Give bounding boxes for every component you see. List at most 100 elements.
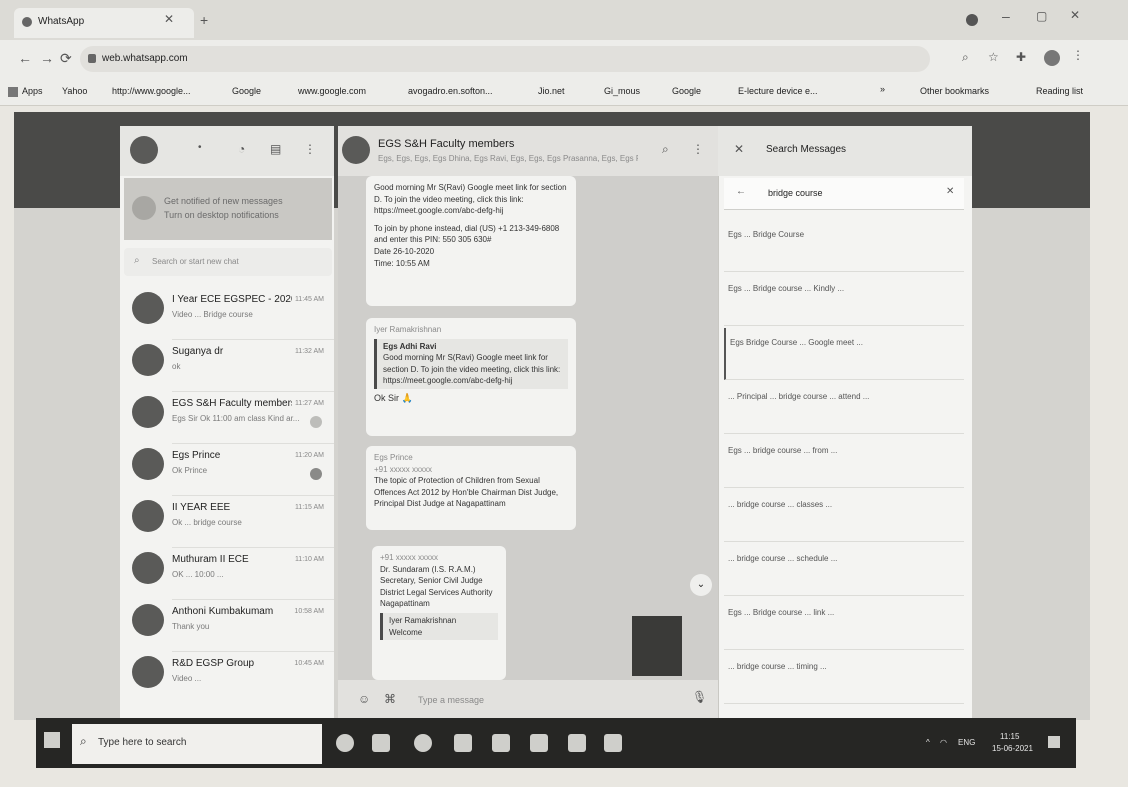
chat-item[interactable]: Suganya dr ok 11:32 AM [120, 334, 334, 392]
attach-icon[interactable]: ⌘ [384, 692, 396, 706]
chat-item[interactable]: Egs Prince Ok Prince 11:20 AM [120, 438, 334, 496]
message-search-input[interactable]: ← bridge course ✕ [724, 178, 964, 210]
notification-banner[interactable]: Get notified of new messages Turn on des… [124, 178, 332, 240]
account-avatar[interactable] [1044, 50, 1060, 66]
task-view-icon[interactable] [336, 734, 354, 752]
close-icon[interactable]: ✕ [734, 142, 744, 156]
clock-date[interactable]: 15-06-2021 [992, 744, 1033, 753]
conversation-header[interactable]: EGS S&H Faculty members Egs, Egs, Egs, E… [338, 126, 718, 176]
windows-start-icon[interactable] [44, 732, 60, 748]
tray-up-icon[interactable]: ^ [926, 738, 930, 747]
back-icon[interactable]: ← [18, 50, 32, 66]
word-icon[interactable] [568, 734, 586, 752]
bookmark-star-icon[interactable]: ☆ [988, 50, 999, 64]
group-avatar[interactable] [342, 136, 370, 164]
chat-item[interactable]: EGS S&H Faculty members Egs Sir Ok 11:00… [120, 386, 334, 444]
clock-time[interactable]: 11:15 [1000, 732, 1019, 741]
chat-item[interactable]: II YEAR EEE Ok ... bridge course 11:15 A… [120, 490, 334, 548]
chrome-icon[interactable] [414, 734, 432, 752]
search-icon[interactable]: ⌕ [662, 142, 669, 157]
new-chat-icon[interactable]: ◔ [238, 142, 245, 156]
chat-list-header: • ◔ ▤ ⋮ [120, 126, 334, 176]
search-placeholder: Search or start new chat [152, 257, 239, 266]
mail-icon[interactable] [530, 734, 548, 752]
chat-icon[interactable]: ▤ [270, 142, 281, 156]
taskbar-icons [326, 724, 626, 764]
search-result[interactable]: ... bridge course ... schedule ... [724, 544, 964, 596]
search-result[interactable]: Egs ... Bridge course ... Kindly ... [724, 274, 964, 326]
search-result[interactable]: Egs ... Bridge course ... link ... [724, 598, 964, 650]
photos-icon[interactable] [604, 734, 622, 752]
chat-item[interactable]: Anthoni Kumbakumam Thank you 10:58 AM [120, 594, 334, 652]
maximize-icon[interactable]: ▢ [1036, 9, 1047, 23]
search-result[interactable]: Egs ... bridge course ... from ... [724, 436, 964, 488]
chat-time: 11:27 AM [294, 400, 324, 407]
search-messages-header: ✕ Search Messages [718, 126, 972, 176]
search-result[interactable]: ... bridge course ... classes ... [724, 490, 964, 542]
clear-icon[interactable]: ✕ [946, 186, 954, 197]
zoom-icon[interactable]: ⌕ [962, 50, 969, 65]
edge-icon[interactable] [454, 734, 472, 752]
extensions-icon[interactable]: ✚ [1016, 50, 1026, 64]
search-result[interactable]: Egs Bridge Course ... Google meet ... [724, 328, 964, 380]
chat-name: EGS S&H Faculty members [172, 398, 292, 409]
new-tab-icon[interactable]: + [200, 12, 208, 28]
notification-center-icon[interactable] [1048, 736, 1060, 748]
wifi-icon[interactable]: ◠ [940, 738, 947, 747]
chat-preview: Video ... Bridge course [172, 310, 253, 319]
language-indicator[interactable]: ENG [958, 738, 975, 747]
notification-subtitle[interactable]: Turn on desktop notifications [164, 210, 279, 220]
browser-tab[interactable]: WhatsApp ✕ [14, 8, 194, 38]
chat-time: 11:32 AM [294, 348, 324, 355]
bookmark-item[interactable]: avogadro.en.softon... [408, 86, 493, 96]
taskbar-search-input[interactable]: ⌕ Type here to search [72, 724, 322, 764]
apps-icon[interactable] [8, 87, 18, 97]
bookmark-item[interactable]: Google [672, 86, 701, 96]
bookmark-item[interactable]: Apps [22, 86, 43, 96]
emoji-icon[interactable]: ☺ [358, 692, 370, 706]
bookmark-item[interactable]: www.google.com [298, 86, 366, 96]
close-window-icon[interactable]: ✕ [1070, 8, 1080, 22]
chat-item[interactable]: Muthuram II ECE OK ... 10:00 ... 11:10 A… [120, 542, 334, 600]
bookmark-item[interactable]: Google [232, 86, 261, 96]
menu-dots-icon[interactable]: ⋮ [692, 142, 704, 156]
chat-search-input[interactable]: ⌕ Search or start new chat [124, 248, 332, 276]
sender-phone: +91 xxxxx xxxxx [380, 553, 439, 562]
search-result[interactable]: ... Principal ... bridge course ... atte… [724, 382, 964, 434]
chat-item[interactable]: I Year ECE EGSPEC - 2020 Video ... Bridg… [120, 282, 334, 340]
bookmark-item[interactable]: Jio.net [538, 86, 565, 96]
url-field[interactable]: web.whatsapp.com [80, 46, 930, 72]
my-avatar[interactable] [130, 136, 158, 164]
result-text: ... bridge course ... classes ... [728, 500, 833, 509]
message-input[interactable]: Type a message [418, 695, 484, 705]
bookmark-item[interactable]: http://www.google... [112, 86, 191, 96]
file-explorer-icon[interactable] [372, 734, 390, 752]
mic-icon[interactable]: 🎙 [692, 690, 707, 704]
forward-icon[interactable]: → [40, 50, 54, 66]
bookmark-item[interactable]: Yahoo [62, 86, 87, 96]
result-text: ... bridge course ... timing ... [728, 662, 827, 671]
message-sender: Iyer Ramakrishnan [374, 325, 442, 334]
scroll-down-button[interactable]: ⌄ [690, 574, 712, 596]
bookmark-item[interactable]: E-lecture device e... [738, 86, 818, 96]
menu-dots-icon[interactable]: ⋮ [304, 142, 316, 156]
status-icon[interactable]: • [198, 142, 202, 153]
tab-close-icon[interactable]: ✕ [164, 12, 174, 26]
menu-icon[interactable]: ⋮ [1072, 48, 1084, 62]
image-thumbnail[interactable] [632, 616, 682, 676]
bookmark-item[interactable]: Gi_mous [604, 86, 640, 96]
back-arrow-icon[interactable]: ← [736, 186, 746, 197]
profile-icon[interactable] [966, 14, 978, 26]
quoted-message[interactable]: Egs Adhi Ravi Good morning Mr S(Ravi) Go… [374, 338, 568, 389]
other-bookmarks[interactable]: Other bookmarks [920, 86, 989, 96]
quoted-message[interactable]: Iyer Ramakrishnan Welcome [380, 612, 498, 641]
minimize-icon[interactable]: – [1002, 8, 1010, 24]
search-result[interactable]: ... bridge course ... timing ... [724, 652, 964, 704]
bookmark-overflow-icon[interactable]: » [880, 84, 885, 94]
store-icon[interactable] [492, 734, 510, 752]
search-result[interactable]: Egs ... Bridge Course [724, 220, 964, 272]
whatsapp-favicon-icon [22, 17, 32, 27]
reload-icon[interactable]: ⟳ [60, 50, 72, 67]
chat-item[interactable]: R&D EGSP Group Video ... 10:45 AM [120, 646, 334, 704]
reading-list[interactable]: Reading list [1036, 86, 1083, 96]
